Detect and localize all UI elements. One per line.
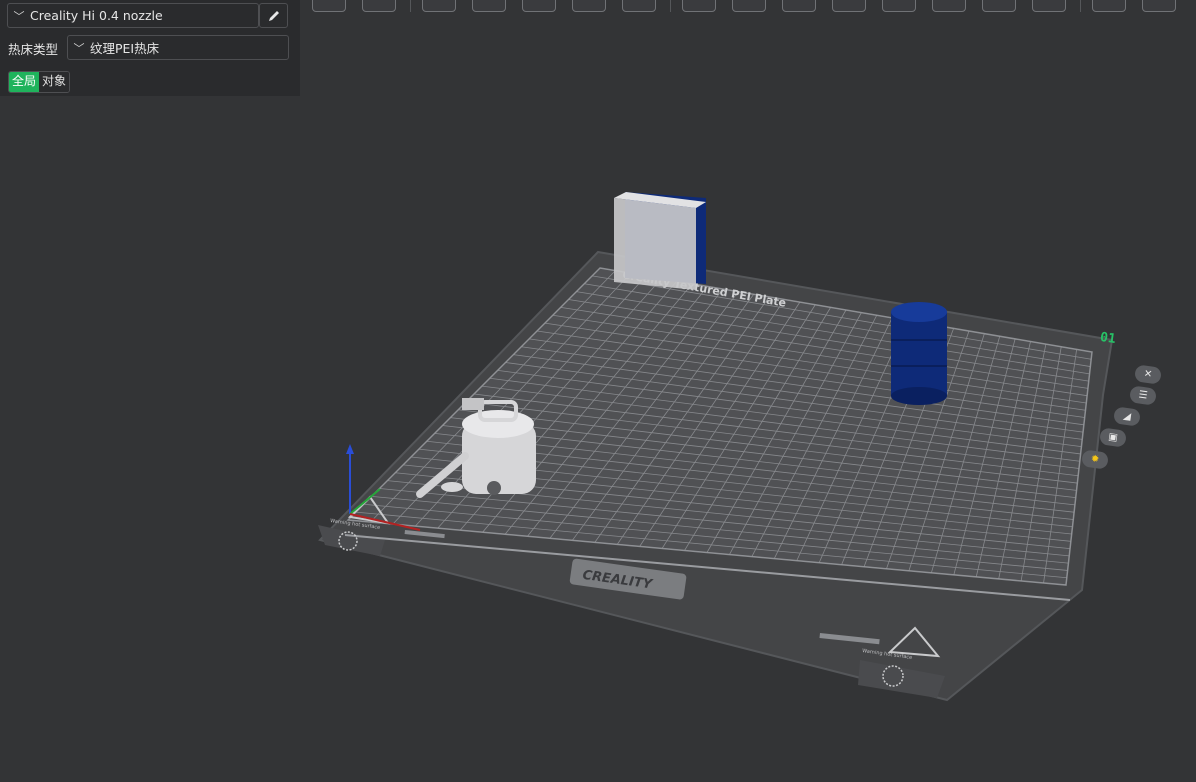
chevron-down-icon: ﹀ — [73, 41, 85, 55]
import-button[interactable] — [422, 0, 456, 12]
arrange-button[interactable] — [522, 0, 556, 12]
cut-button[interactable] — [882, 0, 916, 12]
tab-global[interactable]: 全局 — [9, 72, 40, 92]
plate-number: 01 — [1099, 329, 1117, 348]
settings-mode-toggle: 全局 对象 — [8, 71, 71, 93]
lock-icon: ▣ — [1107, 431, 1119, 444]
close-icon: ✕ — [1143, 368, 1153, 381]
settings-button[interactable] — [732, 0, 766, 12]
bed-type-select[interactable]: ﹀ 纹理PEI热床 — [67, 35, 289, 60]
paint-button[interactable] — [1092, 0, 1126, 12]
settings-gear-icon: ✹ — [1090, 453, 1100, 466]
edit-printer-button[interactable] — [259, 3, 288, 28]
pencil-icon — [268, 10, 279, 21]
top-toolbar — [300, 0, 1196, 14]
model-gray-block[interactable] — [614, 192, 706, 290]
printer-select[interactable]: ﹀ Creality Hi 0.4 nozzle — [7, 3, 259, 28]
bed-type-label: 热床类型 — [8, 42, 59, 57]
text-button[interactable] — [1142, 0, 1176, 12]
scale-button[interactable] — [782, 0, 816, 12]
chevron-down-icon: ﹀ — [13, 9, 25, 23]
copy-button[interactable] — [682, 0, 716, 12]
model-blue-cylinder[interactable] — [891, 302, 947, 405]
bed-type-value: 纹理PEI热床 — [90, 41, 160, 56]
print-settings-panel: ﹀ Creality Hi 0.4 nozzle 热床类型 ﹀ 纹理PEI热床 … — [0, 0, 300, 96]
seam-button[interactable] — [1032, 0, 1066, 12]
printer-value: Creality Hi 0.4 nozzle — [30, 8, 163, 23]
shape-button[interactable] — [472, 0, 506, 12]
arrange-icon: ☰ — [1137, 389, 1149, 402]
rotate-button[interactable] — [832, 0, 866, 12]
measure-button[interactable] — [932, 0, 966, 12]
tab-object[interactable]: 对象 — [39, 72, 70, 92]
support-button[interactable] — [982, 0, 1016, 12]
keyboard-button[interactable] — [362, 0, 396, 12]
split-button[interactable] — [622, 0, 656, 12]
add-cube-button[interactable] — [312, 0, 346, 12]
3d-viewport[interactable]: Creality Textured PEI Plate CREALITY War… — [0, 0, 1196, 782]
orient-icon: ◢ — [1122, 410, 1132, 423]
layout-button[interactable] — [572, 0, 606, 12]
